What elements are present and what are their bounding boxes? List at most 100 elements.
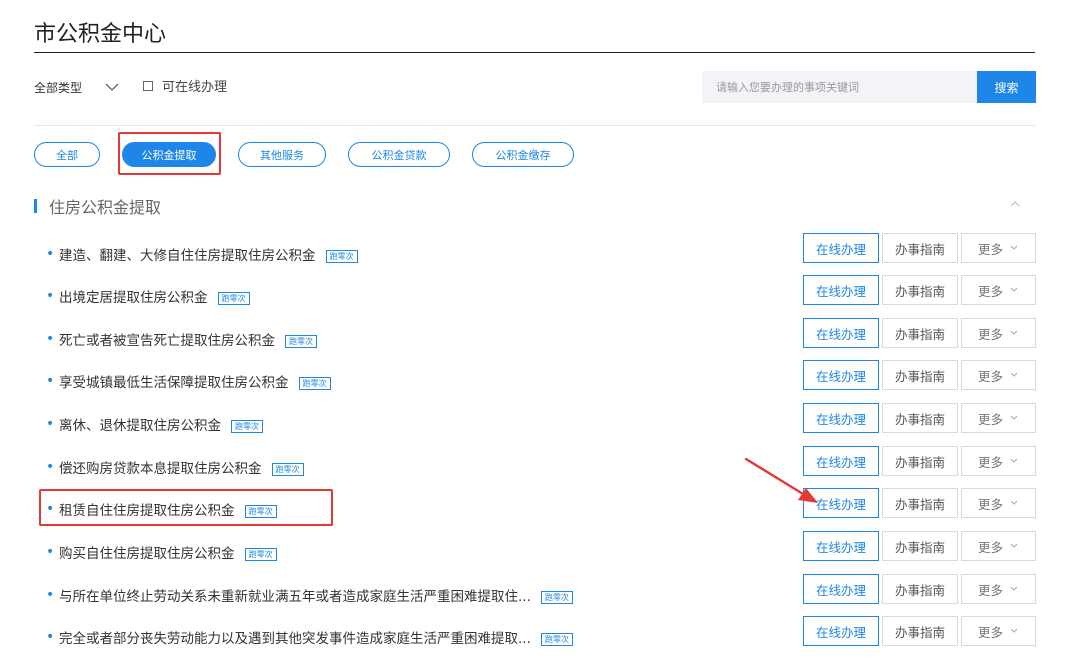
page-title: 市公积金中心 xyxy=(34,22,167,47)
list-item: • 偿还购房贷款本息提取住房公积金 跑零次 在线办理 办事指南 更多 xyxy=(0,445,1080,487)
tab-withdrawal[interactable]: 公积金提取 xyxy=(122,142,216,167)
more-label: 更多 xyxy=(977,283,1003,299)
guide-button[interactable]: 办事指南 xyxy=(882,574,958,604)
list-item: • 建造、翻建、大修自住住房提取住房公积金 跑零次 在线办理 办事指南 更多 xyxy=(0,232,1080,274)
item-title[interactable]: 建造、翻建、大修自住住房提取住房公积金 跑零次 xyxy=(59,244,358,264)
item-title-text[interactable]: 死亡或者被宣告死亡提取住房公积金 xyxy=(59,333,275,349)
chevron-down-icon[interactable] xyxy=(103,79,121,95)
chevron-down-icon xyxy=(1010,628,1018,633)
item-title[interactable]: 租赁自住住房提取住房公积金 跑零次 xyxy=(59,499,277,519)
bullet-icon: • xyxy=(46,288,55,304)
online-handle-button[interactable]: 在线办理 xyxy=(803,318,879,348)
more-label: 更多 xyxy=(977,241,1003,257)
guide-button[interactable]: 办事指南 xyxy=(882,616,958,646)
bullet-icon: • xyxy=(46,246,55,262)
online-filter-checkbox[interactable]: 可在线办理 xyxy=(143,76,227,95)
zero-trip-badge: 跑零次 xyxy=(325,250,358,263)
online-handle-button[interactable]: 在线办理 xyxy=(803,360,879,390)
item-title[interactable]: 偿还购房贷款本息提取住房公积金 跑零次 xyxy=(59,457,304,477)
guide-button[interactable]: 办事指南 xyxy=(882,446,958,476)
more-button[interactable]: 更多 xyxy=(961,616,1036,646)
list-item: • 死亡或者被宣告死亡提取住房公积金 跑零次 在线办理 办事指南 更多 xyxy=(0,317,1080,359)
more-label: 更多 xyxy=(977,539,1003,555)
guide-button[interactable]: 办事指南 xyxy=(882,318,958,348)
guide-button[interactable]: 办事指南 xyxy=(882,403,958,433)
chevron-down-icon xyxy=(1010,458,1018,463)
item-title[interactable]: 享受城镇最低生活保障提取住房公积金 跑零次 xyxy=(59,371,331,391)
tab-deposits[interactable]: 公积金缴存 xyxy=(472,142,574,167)
online-handle-button[interactable]: 在线办理 xyxy=(803,531,879,561)
more-button[interactable]: 更多 xyxy=(961,446,1036,476)
item-title[interactable]: 死亡或者被宣告死亡提取住房公积金 跑零次 xyxy=(59,329,317,349)
tab-other-services[interactable]: 其他服务 xyxy=(238,142,326,167)
zero-trip-badge: 跑零次 xyxy=(540,633,573,646)
item-title-text[interactable]: 偿还购房贷款本息提取住房公积金 xyxy=(59,461,262,477)
item-title-text[interactable]: 离休、退休提取住房公积金 xyxy=(59,418,221,434)
more-button[interactable]: 更多 xyxy=(961,233,1036,263)
bullet-icon: • xyxy=(46,587,55,603)
chevron-up-icon[interactable] xyxy=(1009,199,1021,209)
item-title-text[interactable]: 与所在单位终止劳动关系未重新就业满五年或者造成家庭生活严重困难提取住... xyxy=(59,589,531,605)
guide-button[interactable]: 办事指南 xyxy=(882,233,958,263)
zero-trip-badge: 跑零次 xyxy=(244,505,277,518)
bullet-icon: • xyxy=(46,544,55,560)
type-filter-label[interactable]: 全部类型 xyxy=(34,79,82,96)
search-input[interactable] xyxy=(702,71,977,103)
more-button[interactable]: 更多 xyxy=(961,488,1036,518)
item-title-text[interactable]: 建造、翻建、大修自住住房提取住房公积金 xyxy=(59,248,316,264)
online-handle-button[interactable]: 在线办理 xyxy=(803,446,879,476)
list-item: • 与所在单位终止劳动关系未重新就业满五年或者造成家庭生活严重困难提取住... 跑… xyxy=(0,573,1080,615)
search-button[interactable]: 搜索 xyxy=(977,71,1036,103)
item-title-text[interactable]: 完全或者部分丧失劳动能力以及遇到其他突发事件造成家庭生活严重困难提取... xyxy=(59,631,531,647)
item-title[interactable]: 购买自住住房提取住房公积金 跑零次 xyxy=(59,542,277,562)
bullet-icon: • xyxy=(46,629,55,645)
item-title-text[interactable]: 购买自住住房提取住房公积金 xyxy=(59,546,235,562)
bullet-icon: • xyxy=(46,416,55,432)
item-title-text[interactable]: 出境定居提取住房公积金 xyxy=(59,290,208,306)
online-handle-button[interactable]: 在线办理 xyxy=(803,616,879,646)
more-button[interactable]: 更多 xyxy=(961,403,1036,433)
guide-button[interactable]: 办事指南 xyxy=(882,488,958,518)
title-divider xyxy=(34,52,1035,53)
more-button[interactable]: 更多 xyxy=(961,275,1036,305)
more-button[interactable]: 更多 xyxy=(961,318,1036,348)
online-handle-button[interactable]: 在线办理 xyxy=(803,233,879,263)
online-handle-button[interactable]: 在线办理 xyxy=(803,403,879,433)
chevron-down-icon xyxy=(1010,245,1018,250)
item-title[interactable]: 完全或者部分丧失劳动能力以及遇到其他突发事件造成家庭生活严重困难提取... 跑零次 xyxy=(59,627,573,647)
item-title[interactable]: 离休、退休提取住房公积金 跑零次 xyxy=(59,414,263,434)
online-handle-button[interactable]: 在线办理 xyxy=(803,574,879,604)
more-button[interactable]: 更多 xyxy=(961,574,1036,604)
bullet-icon: • xyxy=(46,459,55,475)
chevron-down-icon xyxy=(1010,330,1018,335)
zero-trip-badge: 跑零次 xyxy=(244,548,277,561)
item-title-text[interactable]: 租赁自住住房提取住房公积金 xyxy=(59,503,235,519)
section-accent-bar xyxy=(34,199,37,213)
zero-trip-badge: 跑零次 xyxy=(298,377,331,390)
guide-button[interactable]: 办事指南 xyxy=(882,275,958,305)
tab-all[interactable]: 全部 xyxy=(34,142,100,167)
checkbox-icon[interactable] xyxy=(143,80,153,91)
section-title: 住房公积金提取 xyxy=(49,198,162,217)
more-label: 更多 xyxy=(977,624,1003,640)
item-title-text[interactable]: 享受城镇最低生活保障提取住房公积金 xyxy=(59,375,289,391)
more-label: 更多 xyxy=(977,411,1003,427)
online-handle-button[interactable]: 在线办理 xyxy=(803,488,879,518)
tab-loans[interactable]: 公积金贷款 xyxy=(348,142,450,167)
online-handle-button[interactable]: 在线办理 xyxy=(803,275,879,305)
zero-trip-badge: 跑零次 xyxy=(217,292,250,305)
more-button[interactable]: 更多 xyxy=(961,531,1036,561)
chevron-down-icon xyxy=(1010,372,1018,377)
more-button[interactable]: 更多 xyxy=(961,360,1036,390)
item-title[interactable]: 出境定居提取住房公积金 跑零次 xyxy=(59,286,250,306)
guide-button[interactable]: 办事指南 xyxy=(882,531,958,561)
filter-divider xyxy=(34,125,1035,126)
item-title[interactable]: 与所在单位终止劳动关系未重新就业满五年或者造成家庭生活严重困难提取住... 跑零次 xyxy=(59,585,573,605)
list-item: • 完全或者部分丧失劳动能力以及遇到其他突发事件造成家庭生活严重困难提取... 跑… xyxy=(0,615,1080,657)
chevron-down-icon xyxy=(1010,287,1018,292)
bullet-icon: • xyxy=(46,331,55,347)
guide-button[interactable]: 办事指南 xyxy=(882,360,958,390)
list-item: • 出境定居提取住房公积金 跑零次 在线办理 办事指南 更多 xyxy=(0,274,1080,316)
zero-trip-badge: 跑零次 xyxy=(285,335,317,348)
bullet-icon: • xyxy=(46,501,55,517)
